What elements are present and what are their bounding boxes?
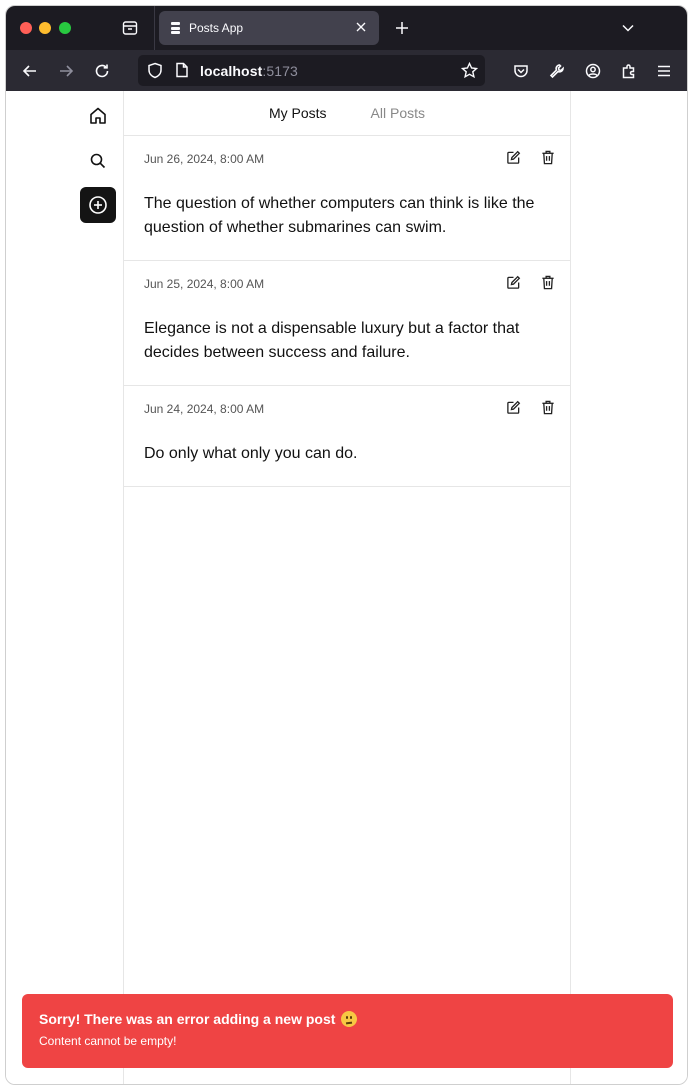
arrow-left-icon: [22, 65, 36, 77]
pocket-button[interactable]: [509, 59, 533, 83]
tab-all-posts[interactable]: All Posts: [371, 105, 425, 121]
trash-icon: [542, 400, 554, 414]
collections-button[interactable]: [120, 18, 140, 38]
shield-icon: [148, 62, 162, 79]
extensions-button[interactable]: [617, 59, 641, 83]
tab-separator: [154, 6, 155, 50]
edit-icon: [506, 150, 520, 164]
post-date: Jun 24, 2024, 8:00 AM: [144, 402, 265, 416]
hamburger-menu-icon: [658, 65, 670, 77]
post-actions: [505, 149, 556, 165]
tab-close-button[interactable]: [353, 19, 369, 35]
toast-description: Content cannot be empty!: [39, 1034, 177, 1048]
reload-button[interactable]: [90, 59, 114, 83]
plus-circle-icon: [89, 196, 107, 214]
navigation-toolbar: localhost:5173: [6, 50, 687, 91]
tab-favicon-icon: [171, 22, 180, 34]
pocket-icon: [514, 65, 528, 78]
sidebar-nav: [6, 91, 124, 1084]
edit-post-button[interactable]: [505, 399, 521, 415]
plus-icon: [396, 22, 408, 34]
archive-icon: [122, 21, 138, 35]
tab-strip: Posts App: [6, 6, 687, 50]
edit-icon: [506, 275, 520, 289]
url-host: localhost: [200, 63, 263, 79]
search-icon: [90, 153, 106, 169]
feed-tabs: My Posts All Posts: [124, 91, 570, 136]
wrench-icon: [549, 64, 564, 79]
post-content: The question of whether computers can th…: [144, 195, 535, 236]
site-info-button[interactable]: [175, 62, 189, 83]
account-icon: [585, 63, 601, 79]
star-icon: [460, 61, 479, 79]
post-date: Jun 25, 2024, 8:00 AM: [144, 277, 265, 291]
list-all-tabs-button[interactable]: [618, 18, 638, 38]
close-icon: [356, 22, 366, 32]
delete-post-button[interactable]: [540, 149, 556, 165]
post-item: Jun 25, 2024, 8:00 AM Elegance is not a …: [124, 261, 570, 386]
edit-icon: [506, 400, 520, 414]
browser-tab-active[interactable]: Posts App: [159, 11, 379, 45]
delete-post-button[interactable]: [540, 274, 556, 290]
sidebar-search-button[interactable]: [80, 143, 116, 179]
url-text[interactable]: localhost:5173: [200, 63, 298, 79]
posts-app: My Posts All Posts Jun 26, 2024, 8:00 AM…: [6, 91, 687, 1084]
toast-title: Sorry! There was an error adding a new p…: [39, 1011, 336, 1027]
post-date: Jun 26, 2024, 8:00 AM: [144, 152, 265, 166]
error-toast[interactable]: Sorry! There was an error adding a new p…: [22, 994, 673, 1068]
post-item: Jun 26, 2024, 8:00 AM The question of wh…: [124, 136, 570, 261]
developer-tools-button[interactable]: [545, 59, 569, 83]
post-actions: [505, 399, 556, 415]
page-icon: [176, 62, 188, 78]
edit-post-button[interactable]: [505, 274, 521, 290]
puzzle-icon: [622, 64, 635, 79]
minimize-window-button[interactable]: [39, 22, 51, 34]
address-bar[interactable]: localhost:5173: [138, 55, 485, 86]
post-content: Do only what only you can do.: [144, 445, 358, 462]
app-menu-button[interactable]: [652, 59, 676, 83]
trash-icon: [542, 275, 554, 289]
sidebar-add-post-button[interactable]: [80, 187, 116, 223]
browser-window: Posts App localhost:5173 My Posts All Po…: [5, 5, 688, 1085]
new-tab-button[interactable]: [392, 18, 412, 38]
zoom-window-button[interactable]: [59, 22, 71, 34]
tab-my-posts[interactable]: My Posts: [269, 105, 327, 121]
chevron-down-icon: [622, 24, 634, 32]
post-actions: [505, 274, 556, 290]
home-icon: [90, 107, 106, 124]
posts-feed: My Posts All Posts Jun 26, 2024, 8:00 AM…: [124, 91, 571, 1084]
back-button[interactable]: [18, 59, 42, 83]
post-item: Jun 24, 2024, 8:00 AM Do only what only …: [124, 386, 570, 487]
tab-title: Posts App: [189, 21, 244, 35]
slightly-frowning-face-icon: [341, 1011, 358, 1027]
arrow-right-icon: [60, 65, 74, 77]
tracking-protection-button[interactable]: [147, 62, 163, 84]
forward-button[interactable]: [54, 59, 78, 83]
trash-icon: [542, 150, 554, 164]
sidebar-home-button[interactable]: [80, 98, 116, 134]
account-button[interactable]: [581, 59, 605, 83]
toast-title-row: Sorry! There was an error adding a new p…: [39, 1011, 656, 1027]
post-content: Elegance is not a dispensable luxury but…: [144, 320, 520, 361]
reload-icon: [95, 64, 109, 78]
url-port: :5173: [262, 63, 298, 79]
edit-post-button[interactable]: [505, 149, 521, 165]
bookmark-button[interactable]: [460, 61, 479, 84]
close-window-button[interactable]: [20, 22, 32, 34]
delete-post-button[interactable]: [540, 399, 556, 415]
